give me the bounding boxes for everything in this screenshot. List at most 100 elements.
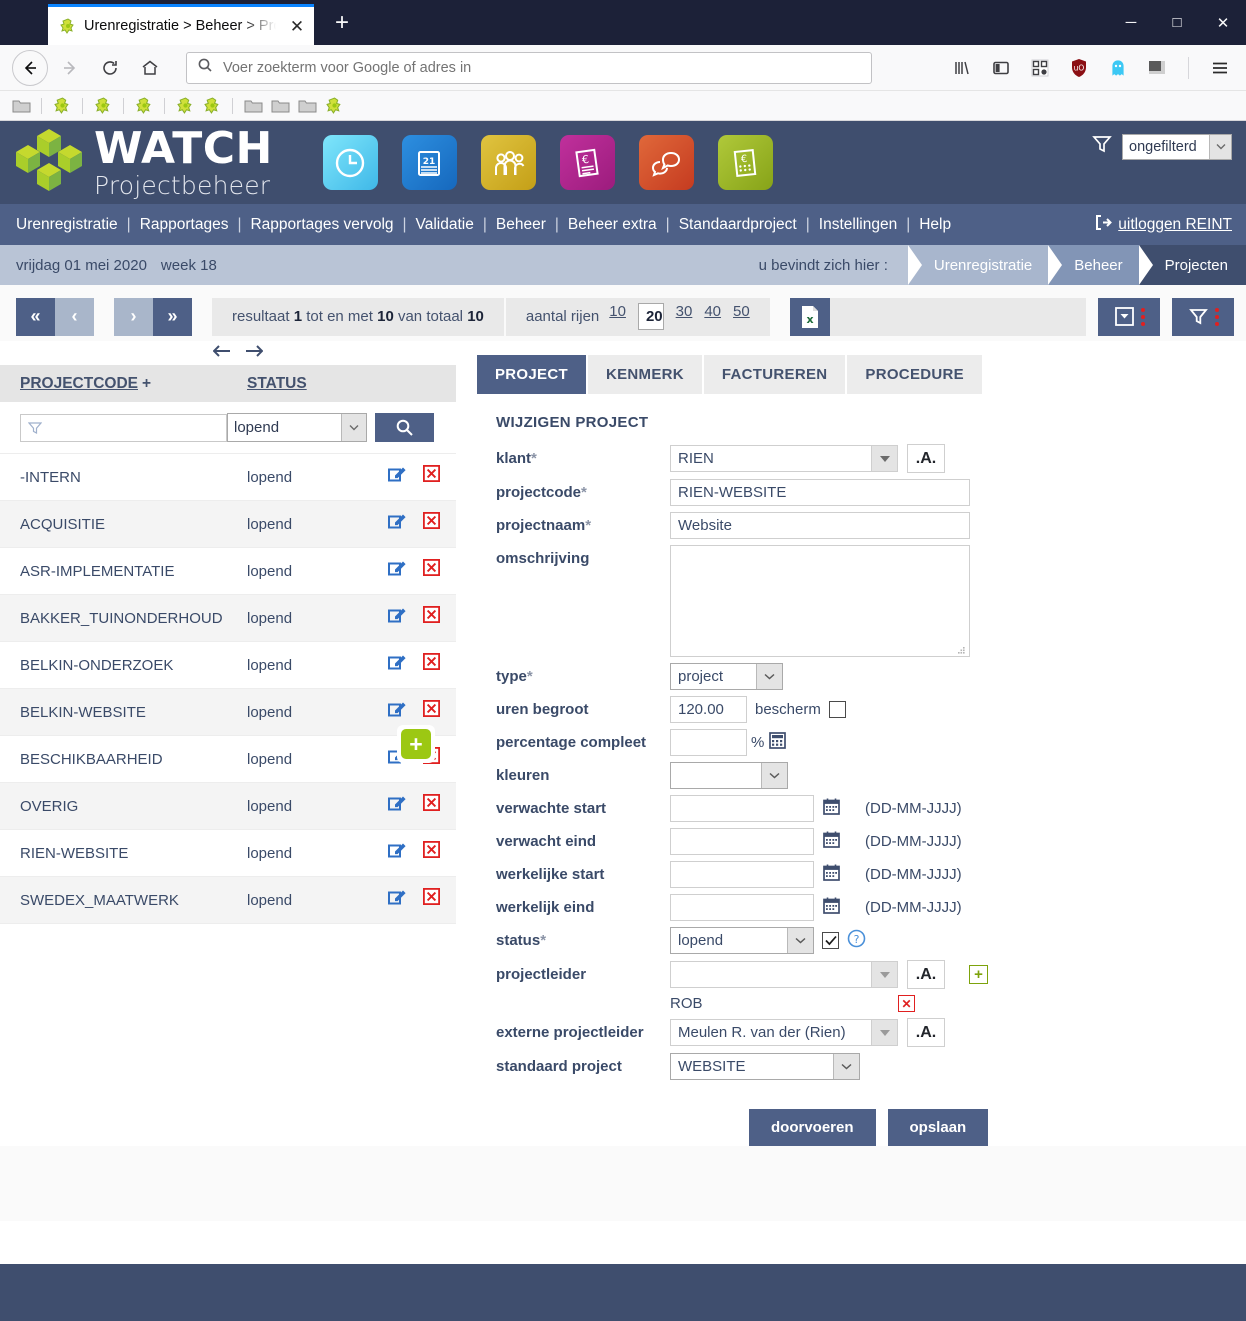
chevron-down-icon[interactable] bbox=[761, 763, 787, 788]
werkelijk-eind-input[interactable] bbox=[670, 894, 814, 921]
table-row[interactable]: -INTERN lopend bbox=[0, 453, 456, 501]
prev-page-button[interactable]: ‹ bbox=[55, 297, 94, 336]
table-row[interactable]: SWEDEX_MAATWERK lopend bbox=[0, 876, 456, 924]
window-close-icon[interactable]: ✕ bbox=[1200, 0, 1246, 45]
edit-icon[interactable] bbox=[387, 653, 407, 677]
tab-project[interactable]: PROJECT bbox=[477, 355, 586, 394]
klant-combo[interactable]: RIEN bbox=[670, 445, 898, 472]
kleuren-select[interactable] bbox=[670, 762, 788, 789]
uren-begroot-input[interactable]: 120.00 bbox=[670, 696, 747, 723]
people-icon[interactable] bbox=[480, 135, 536, 190]
calendar-picker-icon[interactable] bbox=[822, 863, 841, 887]
chevron-down-icon[interactable] bbox=[1209, 134, 1231, 159]
url-input[interactable]: Voer zoekterm voor Google of adres in bbox=[223, 60, 471, 76]
edit-icon[interactable] bbox=[387, 465, 407, 489]
library-icon[interactable] bbox=[948, 54, 976, 82]
table-row[interactable]: BELKIN-WEBSITE lopend bbox=[0, 688, 456, 736]
menu-item-beheer[interactable]: Beheer bbox=[496, 216, 546, 234]
breadcrumb-item-urenregistratie[interactable]: Urenregistratie bbox=[907, 245, 1049, 285]
chevron-down-icon[interactable] bbox=[871, 1020, 897, 1045]
delete-icon[interactable] bbox=[422, 699, 440, 724]
tab-kenmerk[interactable]: KENMERK bbox=[587, 355, 702, 394]
verwachte-start-input[interactable] bbox=[670, 795, 814, 822]
projectleider-combo[interactable] bbox=[670, 961, 898, 988]
app-logo[interactable]: WATCH Projectbeheer bbox=[14, 125, 273, 200]
menu-item-validatie[interactable]: Validatie bbox=[416, 216, 474, 234]
status-checkbox[interactable] bbox=[822, 932, 839, 949]
table-row[interactable]: OVERIG lopend bbox=[0, 782, 456, 830]
excel-export-icon[interactable]: x bbox=[789, 297, 830, 336]
edit-icon[interactable] bbox=[387, 794, 407, 818]
remove-projectleider-icon[interactable]: ✕ bbox=[898, 995, 915, 1012]
chevron-down-icon[interactable] bbox=[756, 664, 782, 689]
add-project-button[interactable]: + bbox=[398, 726, 434, 762]
breadcrumb-item-projecten[interactable]: Projecten bbox=[1138, 245, 1246, 285]
chevron-down-icon[interactable] bbox=[341, 414, 366, 441]
verwacht-eind-input[interactable] bbox=[670, 828, 814, 855]
rows-option-30[interactable]: 30 bbox=[676, 303, 693, 330]
calendar-picker-icon[interactable] bbox=[822, 830, 841, 854]
chat-icon[interactable] bbox=[638, 135, 694, 190]
column-header-status[interactable]: STATUS bbox=[227, 365, 367, 402]
filter-select[interactable]: ongefilterd bbox=[1122, 133, 1232, 160]
arrow-right-icon[interactable] bbox=[243, 343, 263, 363]
watch-favicon[interactable] bbox=[323, 95, 345, 117]
menu-item-rapportages-vervolg[interactable]: Rapportages vervolg bbox=[250, 216, 393, 234]
url-bar[interactable]: Voer zoekterm voor Google of adres in bbox=[186, 51, 872, 84]
column-chooser-icon[interactable] bbox=[1098, 297, 1160, 336]
klant-lookup-button[interactable]: .A. bbox=[907, 444, 945, 473]
bescherm-checkbox[interactable] bbox=[828, 701, 846, 718]
delete-icon[interactable] bbox=[422, 652, 440, 677]
tab-factureren[interactable]: FACTUREREN bbox=[703, 355, 846, 394]
invoice-euro-icon[interactable]: € bbox=[559, 135, 615, 190]
delete-icon[interactable] bbox=[422, 558, 440, 583]
delete-icon[interactable] bbox=[422, 511, 440, 536]
resize-grip-icon[interactable] bbox=[956, 643, 966, 654]
qr-code-icon[interactable] bbox=[1026, 54, 1054, 82]
logout-button[interactable]: uitloggen REINT bbox=[1093, 213, 1232, 237]
calendar-picker-icon[interactable] bbox=[822, 896, 841, 920]
delete-icon[interactable] bbox=[422, 840, 440, 865]
chevron-down-icon[interactable] bbox=[871, 446, 897, 471]
edit-icon[interactable] bbox=[387, 888, 407, 912]
menu-item-instellingen[interactable]: Instellingen bbox=[819, 216, 897, 234]
help-icon[interactable]: ? bbox=[847, 929, 866, 953]
edit-icon[interactable] bbox=[387, 841, 407, 865]
werkelijke-start-input[interactable] bbox=[670, 861, 814, 888]
delete-icon[interactable] bbox=[422, 887, 440, 912]
next-page-button[interactable]: › bbox=[114, 297, 153, 336]
table-row[interactable]: ASR-IMPLEMENTATIE lopend bbox=[0, 547, 456, 595]
breadcrumb-item-beheer[interactable]: Beheer bbox=[1048, 245, 1139, 285]
ublock-origin-icon[interactable]: uO bbox=[1065, 54, 1093, 82]
watch-favicon[interactable] bbox=[51, 95, 73, 117]
table-row[interactable]: ACQUISITIE lopend bbox=[0, 500, 456, 548]
home-icon[interactable] bbox=[132, 50, 168, 86]
folder-icon[interactable] bbox=[296, 95, 318, 117]
clock-icon[interactable] bbox=[322, 135, 378, 190]
omschrijving-textarea[interactable] bbox=[670, 545, 970, 657]
type-select[interactable]: project bbox=[670, 663, 783, 690]
back-icon[interactable] bbox=[12, 49, 48, 86]
calculator-icon[interactable] bbox=[768, 731, 787, 755]
externe-projectleider-lookup-button[interactable]: .A. bbox=[907, 1018, 945, 1047]
folder-icon[interactable] bbox=[269, 95, 291, 117]
table-row[interactable]: BELKIN-ONDERZOEK lopend bbox=[0, 641, 456, 689]
projectleider-lookup-button[interactable]: .A. bbox=[907, 960, 945, 989]
extension-icon[interactable] bbox=[1143, 54, 1171, 82]
rows-option-50[interactable]: 50 bbox=[733, 303, 750, 330]
menu-item-beheer-extra[interactable]: Beheer extra bbox=[568, 216, 657, 234]
watch-favicon[interactable] bbox=[92, 95, 114, 117]
tab-procedure[interactable]: PROCEDURE bbox=[847, 355, 982, 394]
filter-settings-icon[interactable] bbox=[1172, 297, 1234, 336]
code-filter-input[interactable] bbox=[20, 413, 227, 442]
rows-option-20[interactable]: 20 bbox=[637, 303, 664, 330]
calculator-euro-icon[interactable]: € bbox=[717, 135, 773, 190]
maximize-icon[interactable]: □ bbox=[1154, 0, 1200, 45]
menu-item-rapportages[interactable]: Rapportages bbox=[140, 216, 229, 234]
chevron-down-icon[interactable] bbox=[787, 928, 813, 953]
calendar-picker-icon[interactable] bbox=[822, 797, 841, 821]
column-header-projectcode[interactable]: PROJECTCODE + bbox=[0, 365, 227, 402]
table-row[interactable]: BESCHIKBAARHEID lopend bbox=[0, 735, 456, 783]
add-projectleider-icon[interactable]: + bbox=[969, 965, 988, 984]
rows-option-10[interactable]: 10 bbox=[609, 303, 626, 330]
